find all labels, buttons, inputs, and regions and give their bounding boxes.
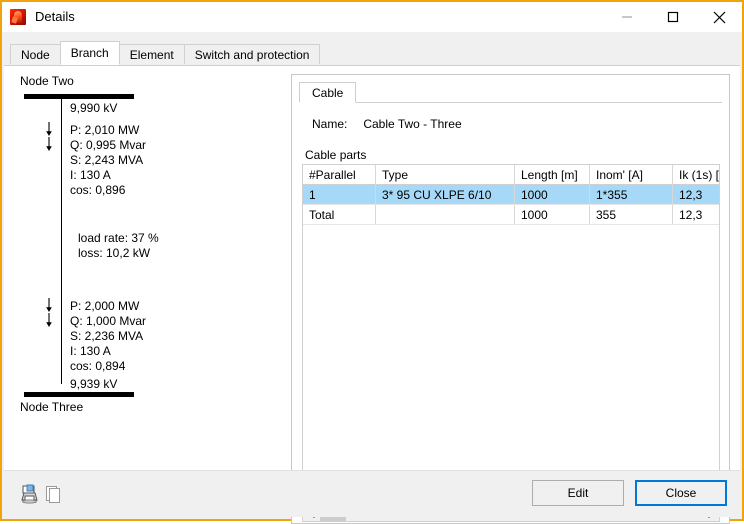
cable-details-panel: Cable Name: Cable Two - Three Cable part… [291,74,730,524]
tab-node[interactable]: Node [10,44,61,64]
edit-button[interactable]: Edit [532,480,624,506]
printer-icon[interactable] [18,483,40,505]
diagram-top-q: Q: 0,995 Mvar [70,138,146,152]
single-line-diagram: Node Two 9,990 kV P: 2,010 MW Q: 0,995 M… [20,74,270,434]
diagram-loss: loss: 10,2 kW [78,246,150,260]
cell-length: 1000 [515,185,590,205]
cable-parts-table: #Parallel Type Length [m] Inom' [A] Ik (… [303,165,720,225]
cell-ik: 12,3 [673,185,721,205]
diagram-top-s: S: 2,243 MVA [70,153,143,167]
inner-tab-underline [299,102,722,103]
maximize-icon [667,11,679,23]
inner-tabstrip: Cable [299,81,356,103]
busbar-bottom [24,392,134,397]
branch-tab-page: Node Two 9,990 kV P: 2,010 MW Q: 0,995 M… [4,65,740,517]
minimize-button[interactable] [604,2,650,32]
column-header-parallel[interactable]: #Parallel [303,165,376,185]
arrow-down-icon [44,137,54,151]
diagram-bottom-voltage: 9,939 kV [70,377,117,391]
tab-switch-and-protection[interactable]: Switch and protection [184,44,321,64]
diagram-bottom-q: Q: 1,000 Mvar [70,314,146,328]
app-icon [10,9,26,25]
cable-name-row: Name: Cable Two - Three [312,117,462,131]
diagram-top-voltage: 9,990 kV [70,101,117,115]
window-controls [604,2,742,32]
column-header-ik[interactable]: Ik (1s) [kA] [673,165,721,185]
tab-element[interactable]: Element [119,44,185,64]
arrow-down-icon [44,122,54,136]
cell-parallel: 1 [303,185,376,205]
title-bar: Details [2,2,742,32]
cell-type [376,205,515,225]
diagram-top-node-label: Node Two [20,74,74,88]
main-tabstrip: Node Branch Element Switch and protectio… [10,42,319,64]
cell-type: 3* 95 CU XLPE 6/10 [376,185,515,205]
dialog-footer: Edit Close [4,470,740,517]
diagram-top-i: I: 130 A [70,168,111,182]
table-row[interactable]: 1 3* 95 CU XLPE 6/10 1000 1*355 12,3 [303,185,720,205]
diagram-top-p: P: 2,010 MW [70,123,139,137]
tab-branch[interactable]: Branch [60,41,120,65]
minimize-icon [621,11,633,23]
diagram-bottom-node-label: Node Three [20,400,83,414]
arrow-down-icon [44,313,54,327]
close-icon [713,11,726,24]
branch-line [61,99,62,384]
diagram-bottom-i: I: 130 A [70,344,111,358]
close-dialog-button[interactable]: Close [635,480,727,506]
details-window: Details Node Branch Element [0,0,744,521]
cable-parts-label: Cable parts [305,148,366,162]
maximize-button[interactable] [650,2,696,32]
cable-parts-table-container[interactable]: #Parallel Type Length [m] Inom' [A] Ik (… [302,164,720,494]
column-header-inom[interactable]: Inom' [A] [590,165,673,185]
diagram-load-rate: load rate: 37 % [78,231,159,245]
table-row[interactable]: Total 1000 355 12,3 [303,205,720,225]
column-header-type[interactable]: Type [376,165,515,185]
diagram-bottom-s: S: 2,236 MVA [70,329,143,343]
cable-name-value: Cable Two - Three [363,117,461,131]
column-header-length[interactable]: Length [m] [515,165,590,185]
cell-ik: 12,3 [673,205,721,225]
diagram-bottom-cos: cos: 0,894 [70,359,125,373]
arrow-down-icon [44,298,54,312]
window-title: Details [35,2,75,32]
cable-name-label: Name: [312,117,360,131]
close-button[interactable] [696,2,742,32]
busbar-top [24,94,134,99]
cell-inom: 1*355 [590,185,673,205]
cell-parallel: Total [303,205,376,225]
diagram-bottom-p: P: 2,000 MW [70,299,139,313]
tab-cable[interactable]: Cable [299,82,356,103]
table-header-row: #Parallel Type Length [m] Inom' [A] Ik (… [303,165,720,185]
copy-icon[interactable] [42,483,64,505]
cell-length: 1000 [515,205,590,225]
cell-inom: 355 [590,205,673,225]
diagram-top-cos: cos: 0,896 [70,183,125,197]
